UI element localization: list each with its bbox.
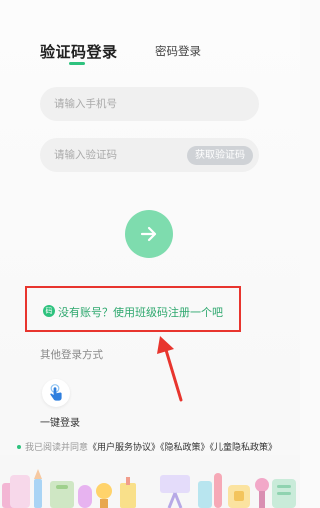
agreement-prefix: 我已阅读并同意 xyxy=(25,443,89,453)
child-privacy-policy-link[interactable]: 《儿童隐私政策》 xyxy=(210,443,278,453)
agreement-text: 我已阅读并同意《用户服务协议》《隐私政策》《儿童隐私政策》 xyxy=(25,440,277,453)
tap-finger-icon xyxy=(50,384,62,401)
other-login-title: 其他登录方式 xyxy=(40,349,103,361)
annotation-arrow-icon xyxy=(157,336,183,402)
bottom-illustration xyxy=(0,455,300,508)
one-key-login-button[interactable] xyxy=(42,379,70,407)
user-agreement-link[interactable]: 《用户服务协议》 xyxy=(88,443,160,453)
login-page: 验证码登录 密码登录 获取验证码 码 没有账号？使用班级码注册一个吧 其他登录方… xyxy=(0,0,300,508)
privacy-policy-link[interactable]: 《隐私政策》 xyxy=(160,443,210,453)
agreement-checkbox[interactable] xyxy=(17,445,21,449)
one-key-login-label: 一键登录 xyxy=(40,418,80,429)
